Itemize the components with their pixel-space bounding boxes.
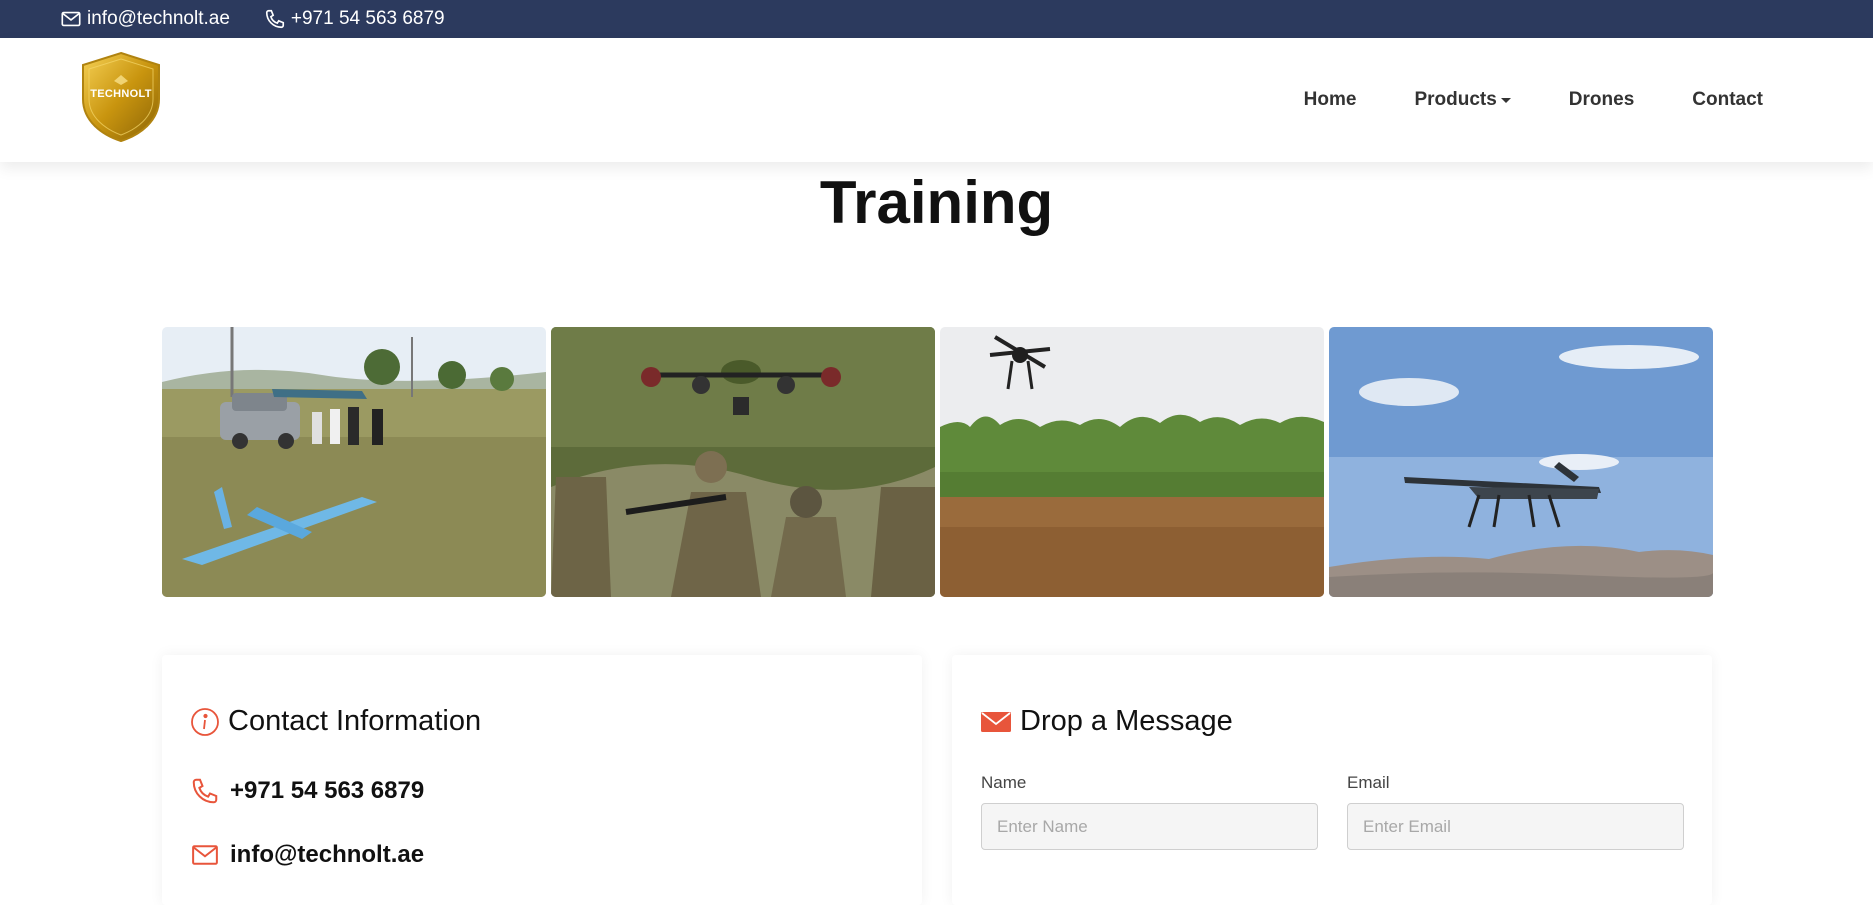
gallery-image-soldiers-drone[interactable]	[551, 327, 935, 597]
gallery-image-field-team[interactable]	[162, 327, 546, 597]
gallery-image-quadcopter-forest[interactable]	[940, 327, 1324, 597]
soldiers-drone-photo	[551, 327, 935, 597]
email-input[interactable]	[1347, 803, 1684, 850]
envelope-icon	[61, 11, 81, 27]
name-label: Name	[981, 773, 1027, 792]
nav-products[interactable]: Products	[1414, 89, 1511, 111]
contact-info-title: Contact Information	[228, 705, 482, 737]
nav-home[interactable]: Home	[1304, 89, 1357, 111]
message-form-heading: Drop a Message	[980, 705, 1233, 738]
gallery-image-vtol-hills[interactable]	[1329, 327, 1713, 597]
brand-logo[interactable]: TECHNOLT	[80, 51, 162, 143]
topbar-phone-text: +971 54 563 6879	[290, 8, 445, 29]
vtol-hills-photo	[1329, 327, 1713, 597]
contact-info-heading: Contact Information	[190, 705, 481, 738]
info-icon	[191, 707, 219, 736]
message-form-card: Drop a Message Name Email	[952, 655, 1712, 905]
nav-drones[interactable]: Drones	[1569, 89, 1634, 111]
email-label: Email	[1347, 773, 1390, 792]
training-gallery	[162, 327, 1713, 597]
nav-contact-label: Contact	[1692, 89, 1763, 110]
contact-email-line[interactable]: info@technolt.ae	[190, 840, 424, 870]
caret-down-icon	[1500, 97, 1511, 103]
envelope-filled-icon	[981, 711, 1011, 732]
envelope-icon	[192, 845, 218, 865]
contact-phone-line[interactable]: +971 54 563 6879	[190, 776, 424, 806]
nav-products-label: Products	[1414, 89, 1497, 110]
main-nav: Home Products Drones Contact	[1246, 38, 1763, 162]
contact-info-card: Contact Information +971 54 563 6879 inf…	[162, 655, 922, 905]
nav-drones-label: Drones	[1568, 89, 1635, 110]
page-title: Training	[819, 169, 1054, 236]
contact-phone-text: +971 54 563 6879	[230, 777, 425, 804]
phone-icon	[192, 778, 218, 804]
topbar-email[interactable]: info@technolt.ae	[60, 8, 230, 30]
phone-icon	[265, 9, 284, 29]
name-input[interactable]	[981, 803, 1318, 850]
topbar-phone[interactable]: +971 54 563 6879	[264, 8, 445, 30]
contact-email-text: info@technolt.ae	[230, 841, 425, 868]
top-contact-bar: info@technolt.ae +971 54 563 6879	[0, 0, 1873, 38]
nav-contact[interactable]: Contact	[1692, 89, 1763, 111]
field-team-photo	[162, 327, 546, 597]
topbar-email-text: info@technolt.ae	[87, 8, 230, 29]
site-header: TECHNOLT Home Products Drones Contact	[0, 38, 1873, 162]
logo-text: TECHNOLT	[90, 88, 152, 100]
quadcopter-forest-photo	[940, 327, 1324, 597]
message-form-title: Drop a Message	[1020, 705, 1233, 737]
nav-home-label: Home	[1303, 89, 1357, 110]
